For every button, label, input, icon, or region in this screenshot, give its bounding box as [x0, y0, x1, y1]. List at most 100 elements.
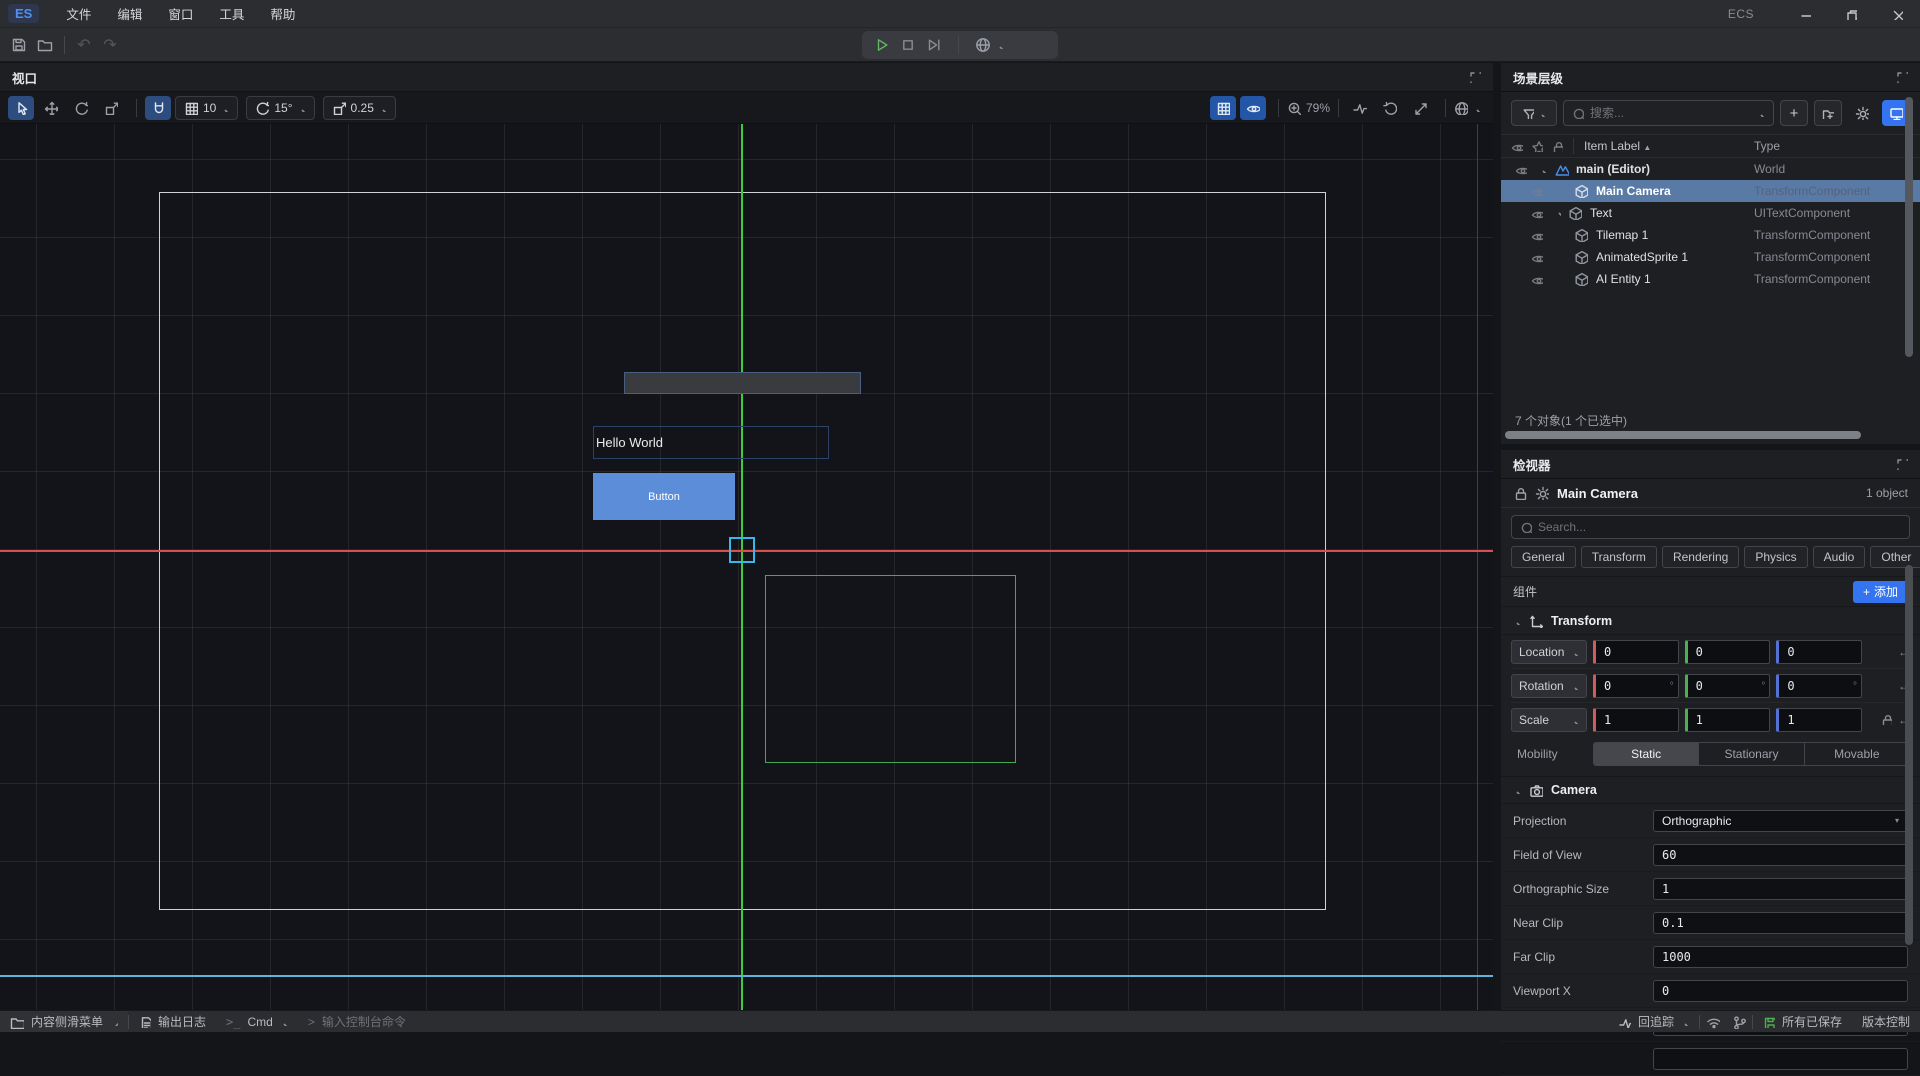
console-command-input[interactable]: > 输入控制台命令: [298, 1011, 416, 1032]
menu-edit[interactable]: 编辑: [104, 0, 155, 27]
eye-icon[interactable]: [1531, 185, 1543, 197]
scale-y-field[interactable]: [1685, 708, 1771, 732]
rotation-y-field[interactable]: °: [1685, 674, 1771, 698]
menu-tools[interactable]: 工具: [206, 0, 257, 27]
play-button[interactable]: [874, 37, 890, 53]
viewport-expand-icon[interactable]: [1469, 71, 1481, 83]
location-dropdown[interactable]: Location: [1511, 640, 1587, 664]
favorite-column-icon[interactable]: [1531, 140, 1543, 152]
chevron-right-icon[interactable]: [1553, 209, 1561, 217]
output-log-button[interactable]: 输出日志: [129, 1011, 216, 1032]
save-status[interactable]: 所有已保存: [1753, 1011, 1852, 1032]
entity-bounds-rect-green[interactable]: [765, 575, 1016, 763]
menu-window[interactable]: 窗口: [155, 0, 206, 27]
open-folder-button[interactable]: [32, 32, 58, 58]
tree-row-text[interactable]: Text UITextComponent: [1501, 202, 1920, 224]
globe-dropdown[interactable]: [975, 37, 1004, 53]
tree-row-main-camera[interactable]: Main Camera TransformComponent: [1501, 180, 1920, 202]
rotation-dropdown[interactable]: Rotation: [1511, 674, 1587, 698]
transform-section-header[interactable]: Transform: [1501, 607, 1920, 635]
maximize-button[interactable]: [1828, 0, 1874, 28]
menu-file[interactable]: 文件: [53, 0, 104, 27]
zoom-level-indicator[interactable]: 79%: [1287, 101, 1330, 115]
step-button[interactable]: [926, 37, 942, 53]
add-entity-button[interactable]: +: [1780, 100, 1808, 126]
scale-snap-dropdown[interactable]: 0.25: [323, 96, 396, 120]
undo-button[interactable]: ↶: [71, 32, 97, 58]
snap-toggle-button[interactable]: [145, 96, 171, 120]
move-tool-button[interactable]: [38, 96, 64, 120]
hierarchy-search-input[interactable]: [1590, 106, 1751, 120]
content-drawer-button[interactable]: 内容侧滑菜单: [0, 1011, 128, 1032]
orthographic-size-field[interactable]: 1: [1653, 878, 1908, 900]
origin-selection-marker[interactable]: [729, 537, 755, 563]
location-x-field[interactable]: [1593, 640, 1679, 664]
hierarchy-settings-button[interactable]: [1848, 100, 1876, 126]
fit-view-button[interactable]: [1407, 96, 1433, 120]
cmd-dropdown[interactable]: >_ Cmd: [216, 1011, 298, 1032]
location-z-field[interactable]: [1776, 640, 1862, 664]
mobility-static[interactable]: Static: [1594, 743, 1699, 765]
stop-button[interactable]: [900, 37, 916, 53]
eye-icon[interactable]: [1531, 229, 1543, 241]
new-folder-button[interactable]: [1814, 100, 1842, 126]
rotation-x-field[interactable]: °: [1593, 674, 1679, 698]
scale-dropdown[interactable]: Scale: [1511, 708, 1587, 732]
eye-icon[interactable]: [1531, 273, 1543, 285]
grid-size-dropdown[interactable]: 10: [175, 96, 238, 120]
grid-visibility-button[interactable]: [1210, 96, 1236, 120]
rotation-snap-dropdown[interactable]: 15°: [246, 96, 314, 120]
save-button[interactable]: [6, 32, 32, 58]
inspector-expand-icon[interactable]: [1896, 458, 1908, 470]
select-tool-button[interactable]: [8, 96, 34, 120]
location-y-field[interactable]: [1685, 640, 1771, 664]
tree-row-tilemap[interactable]: Tilemap 1 TransformComponent: [1501, 224, 1920, 246]
column-item-label[interactable]: Item Label ▲: [1584, 139, 1651, 153]
rotation-z-field[interactable]: °: [1776, 674, 1862, 698]
add-component-button[interactable]: +添加: [1853, 581, 1908, 603]
near-clip-field[interactable]: 0.1: [1653, 912, 1908, 934]
hierarchy-horizontal-scrollbar[interactable]: [1505, 431, 1861, 439]
scale-x-field[interactable]: [1593, 708, 1679, 732]
inspector-search-field[interactable]: [1511, 515, 1910, 539]
lock-icon[interactable]: [1513, 486, 1527, 500]
tab-other[interactable]: Other: [1870, 546, 1920, 568]
tab-audio[interactable]: Audio: [1813, 546, 1866, 568]
reset-view-button[interactable]: [1377, 96, 1403, 120]
tab-rendering[interactable]: Rendering: [1662, 546, 1739, 568]
tilemap-object[interactable]: [624, 372, 861, 394]
far-clip-field[interactable]: 1000: [1653, 946, 1908, 968]
camera-section-header[interactable]: Camera: [1501, 776, 1920, 804]
viewport-x-field[interactable]: 0: [1653, 980, 1908, 1002]
minimize-button[interactable]: [1782, 0, 1828, 28]
inspector-vertical-scrollbar[interactable]: [1905, 565, 1913, 945]
gizmo-visibility-button[interactable]: [1240, 96, 1266, 120]
tree-row-animatedsprite[interactable]: AnimatedSprite 1 TransformComponent: [1501, 246, 1920, 268]
menu-help[interactable]: 帮助: [257, 0, 308, 27]
lock-column-icon[interactable]: [1551, 140, 1563, 152]
projection-dropdown[interactable]: Orthographic▾: [1653, 810, 1908, 832]
tab-physics[interactable]: Physics: [1744, 546, 1807, 568]
eye-icon[interactable]: [1531, 251, 1543, 263]
column-type[interactable]: Type: [1754, 139, 1780, 153]
hierarchy-expand-icon[interactable]: [1896, 71, 1908, 83]
mobility-movable[interactable]: Movable: [1805, 743, 1909, 765]
eye-icon[interactable]: [1515, 163, 1527, 175]
close-button[interactable]: [1874, 0, 1920, 28]
chevron-down-icon[interactable]: [1539, 165, 1547, 173]
tab-general[interactable]: General: [1511, 546, 1576, 568]
scale-tool-button[interactable]: [98, 96, 124, 120]
hierarchy-vertical-scrollbar[interactable]: [1905, 97, 1913, 357]
viewport-globe-dropdown[interactable]: [1454, 101, 1485, 115]
scene-canvas[interactable]: Hello World Button Y X: [0, 124, 1493, 1010]
scale-lock-icon[interactable]: [1880, 713, 1892, 725]
rotate-tool-button[interactable]: [68, 96, 94, 120]
network-status-icon[interactable]: [1700, 1011, 1726, 1032]
gear-icon[interactable]: [1535, 486, 1549, 500]
text-object[interactable]: Hello World: [593, 426, 829, 459]
version-control-button[interactable]: 版本控制: [1852, 1011, 1912, 1032]
eye-icon[interactable]: [1531, 207, 1543, 219]
redo-button[interactable]: ↷: [97, 32, 123, 58]
button-object[interactable]: Button: [593, 473, 735, 520]
hierarchy-search-field[interactable]: [1563, 100, 1774, 126]
